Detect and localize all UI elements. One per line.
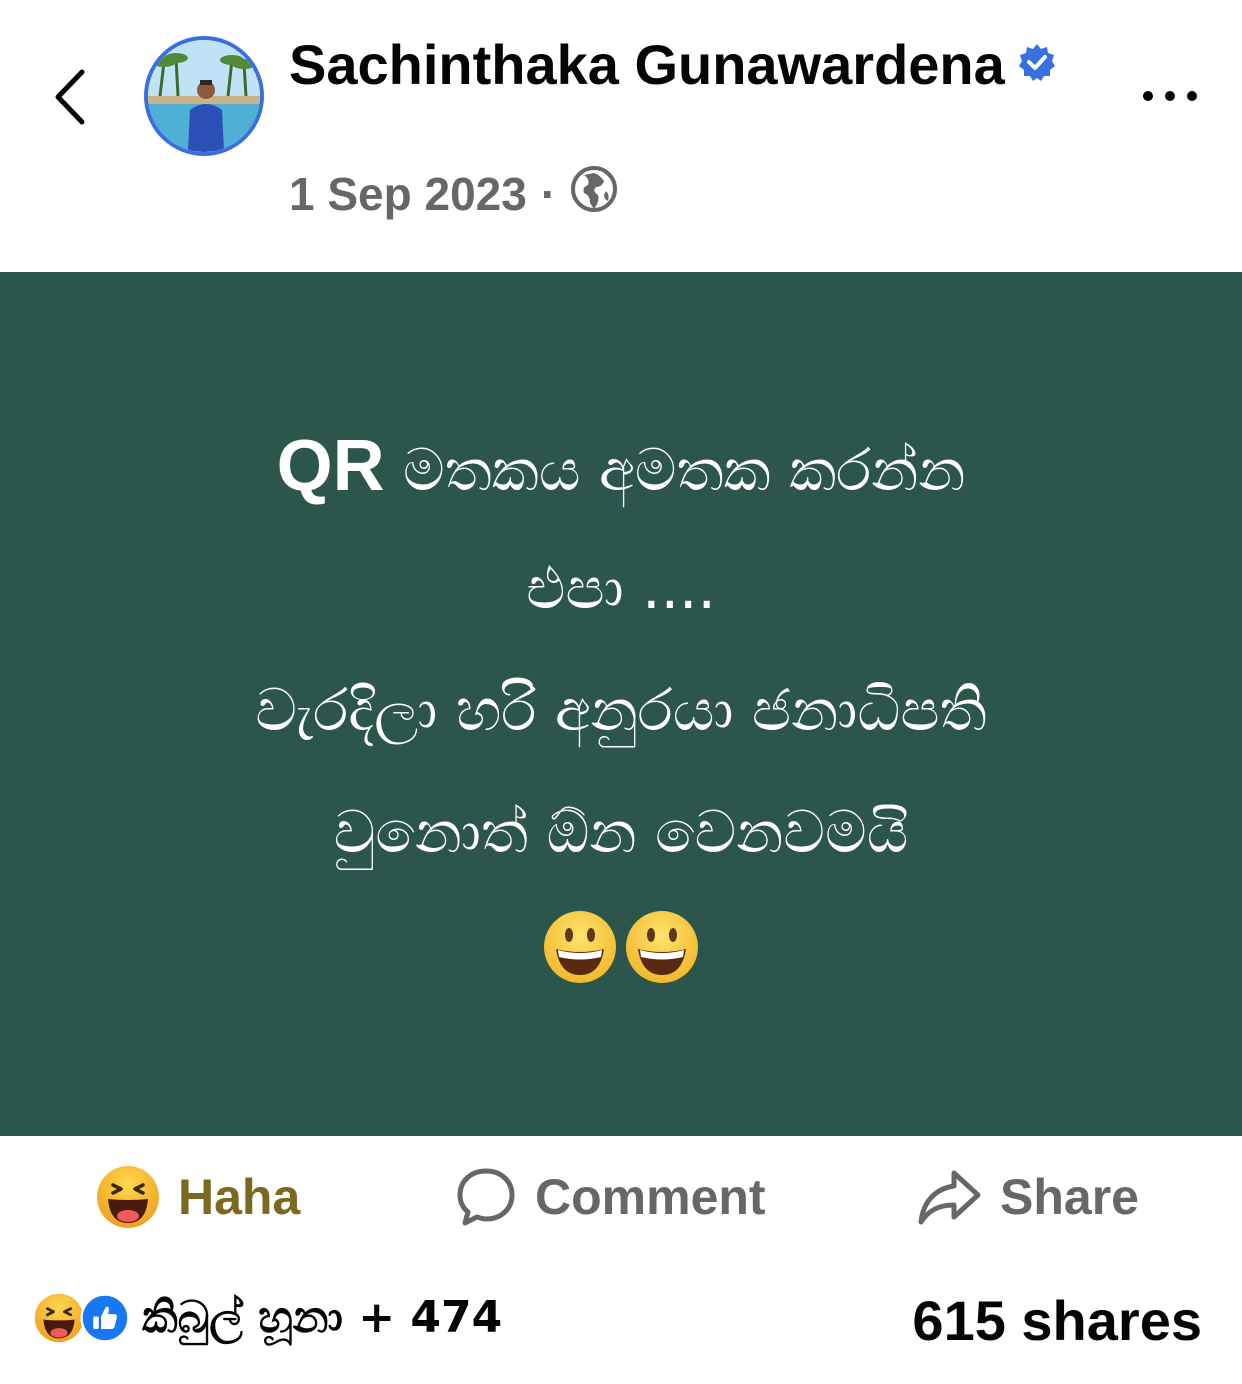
back-button[interactable]: [48, 62, 98, 132]
grinning-face-emoji: [544, 911, 616, 983]
haha-button[interactable]: Haha: [96, 1164, 300, 1230]
haha-reaction-icon: [97, 1166, 159, 1228]
post-line-1: QR මතකය අමතක කරන්න: [60, 405, 1182, 527]
chevron-left-icon: [55, 69, 85, 125]
reactions-summary[interactable]: කිබුල් හූනා + 474: [34, 1292, 502, 1343]
post-line-2: එපා ....: [526, 554, 716, 622]
more-dots-icon: [1143, 91, 1197, 101]
reactors-text: කිබුල් හූනා + 474: [142, 1292, 503, 1343]
post-date[interactable]: 1 Sep 2023: [289, 167, 527, 221]
grinning-face-emoji: [626, 911, 698, 983]
comment-button[interactable]: Comment: [455, 1164, 766, 1230]
comment-label: Comment: [535, 1169, 766, 1225]
share-button[interactable]: Share: [916, 1164, 1139, 1230]
post-line-4: වුනොත් ඕන වෙනවමයි: [333, 798, 909, 866]
post-line-3: වැරදිලා හරි අනුරයා ජනාධිපති: [255, 676, 987, 744]
shares-count[interactable]: 615 shares: [912, 1288, 1202, 1353]
action-bar: Haha Comment Share: [0, 1136, 1242, 1260]
share-label: Share: [1000, 1169, 1139, 1225]
post-meta: 1 Sep 2023 ·: [289, 164, 618, 224]
post-footer: කිබුල් හූනා + 474 615 shares: [0, 1278, 1242, 1362]
post-line-1-text: මතකය අමතක කරන්න: [384, 436, 966, 504]
verified-badge-icon: [1017, 30, 1057, 96]
meta-separator: ·: [540, 168, 557, 220]
share-arrow-icon: [918, 1170, 981, 1225]
haha-reaction-icon: [34, 1293, 84, 1342]
like-reaction-icon: [80, 1292, 130, 1343]
post-text: QR මතකය අමතක කරන්න එපා .... වැරදිලා හරි …: [60, 405, 1182, 985]
author-name-text: Sachinthaka Gunawardena: [289, 33, 1005, 96]
comment-bubble-icon: [457, 1168, 515, 1226]
haha-label: Haha: [178, 1169, 301, 1225]
post-line-1-prefix: QR: [276, 426, 385, 506]
author-name[interactable]: Sachinthaka Gunawardena: [289, 32, 1109, 102]
profile-photo: [148, 40, 260, 152]
post-header: Sachinthaka Gunawardena 1 Sep 2023 ·: [0, 0, 1242, 272]
globe-icon: [570, 165, 618, 224]
avatar[interactable]: [144, 36, 264, 156]
more-options-button[interactable]: [1138, 80, 1202, 112]
post-emojis: [60, 909, 1182, 985]
